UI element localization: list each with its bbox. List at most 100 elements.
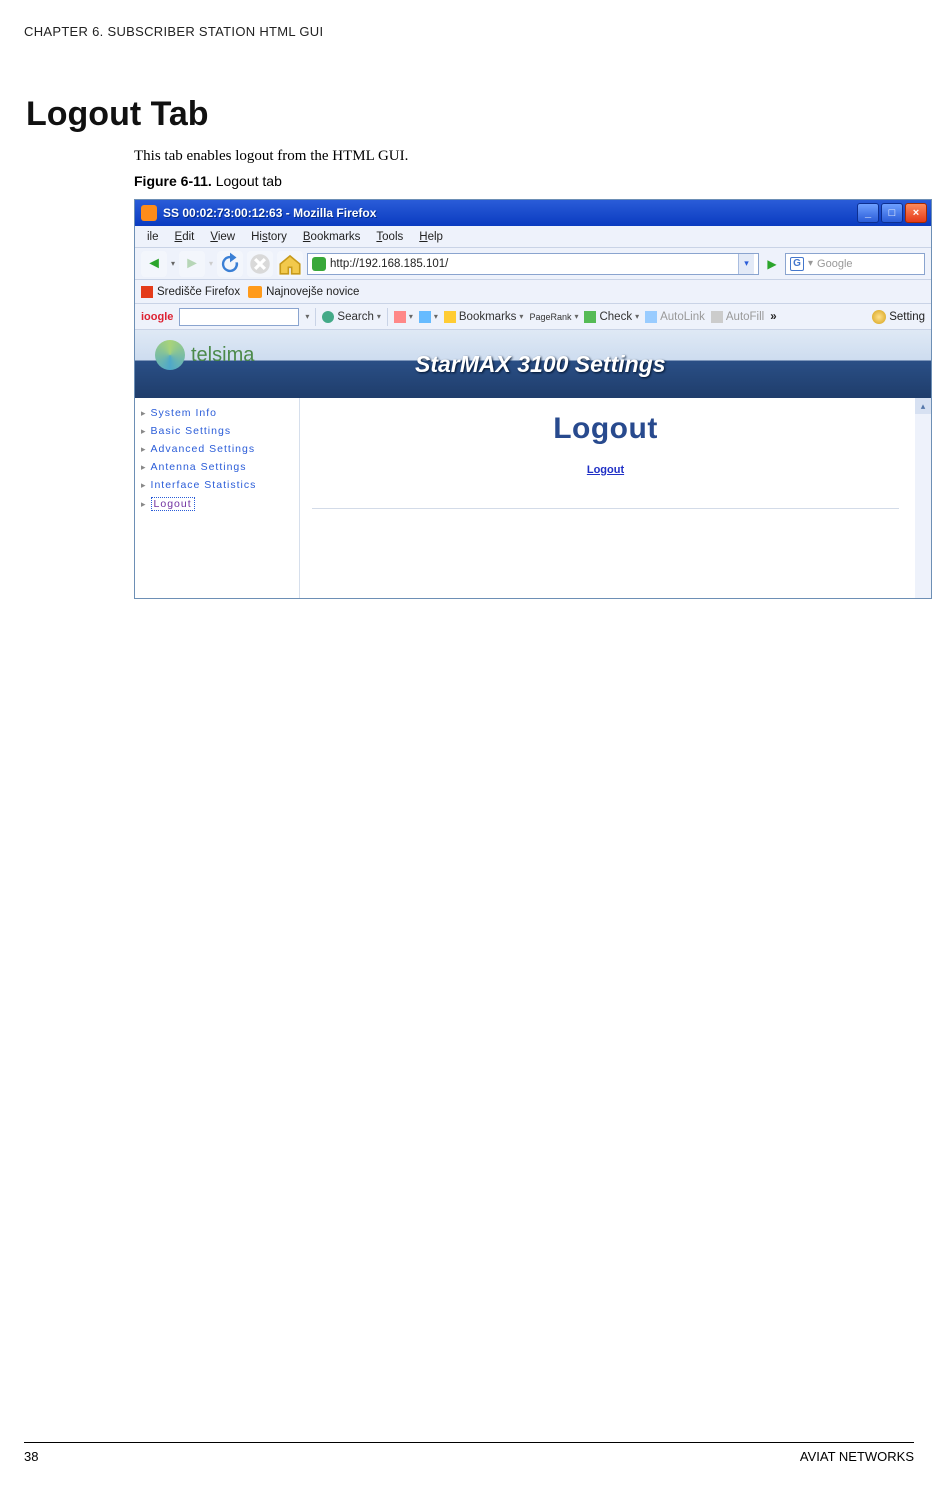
go-button[interactable]: ▶ [763, 257, 781, 271]
sidebar-label: Advanced Settings [151, 443, 256, 455]
logout-link-wrap: Logout [312, 464, 919, 476]
google-search-icon: G [790, 257, 804, 271]
scrollbar[interactable]: ▴ [915, 398, 931, 598]
sidebar-item-basic-settings[interactable]: ▸Basic Settings [139, 422, 295, 440]
sidebar-item-antenna-settings[interactable]: ▸ Antenna Settings [139, 458, 295, 476]
menu-history[interactable]: History [245, 229, 293, 245]
site-icon [312, 257, 326, 271]
gt-check-button[interactable]: Check [584, 311, 639, 323]
plus-icon [419, 311, 431, 323]
autofill-icon [711, 311, 723, 323]
figure-label: Figure 6-11. Logout tab [134, 173, 914, 189]
bookmark-icon [141, 286, 153, 298]
menu-edit[interactable]: Edit [169, 229, 201, 245]
maximize-button[interactable]: □ [881, 203, 903, 223]
banner-title: StarMAX 3100 Settings [415, 351, 666, 378]
logo-swirl-icon [155, 340, 185, 370]
gear-icon [872, 310, 886, 324]
arrow-icon: ▸ [141, 444, 147, 455]
company-name: AVIAT NETWORKS [800, 1449, 914, 1464]
back-button[interactable]: ◄ [141, 251, 167, 277]
arrow-icon: ▸ [141, 462, 147, 473]
page-number: 38 [24, 1449, 38, 1464]
gt-autolink-button[interactable]: AutoLink [645, 311, 705, 323]
screenshot-figure: SS 00:02:73:00:12:63 - Mozilla Firefox _… [134, 199, 932, 599]
google-toolbar: ioogle ▾ Search Bookmarks▾ PageRank Chec… [135, 304, 931, 330]
sidebar-item-advanced-settings[interactable]: ▸ Advanced Settings [139, 440, 295, 458]
figure-caption: Logout tab [216, 173, 282, 189]
section-title: Logout Tab [26, 95, 914, 134]
gt-autofill-button[interactable]: AutoFill [711, 311, 764, 323]
content-title: Logout [312, 412, 919, 446]
main-pane: ▴ Logout Logout [299, 398, 931, 598]
rss-icon [248, 286, 262, 298]
menu-bar: ile Edit View History Bookmarks Tools He… [135, 226, 931, 248]
gt-autofill-label: AutoFill [726, 311, 764, 323]
menu-tools[interactable]: Tools [370, 229, 409, 245]
sidebar-label: Interface Statistics [151, 479, 257, 491]
firefox-icon [141, 205, 157, 221]
forward-dropdown-icon[interactable]: ▾ [209, 259, 213, 268]
menu-help[interactable]: Help [413, 229, 449, 245]
gt-check-label: Check [599, 311, 632, 323]
star-icon [444, 311, 456, 323]
sidebar-item-system-info[interactable]: ▸ System Info [139, 404, 295, 422]
address-text: http://192.168.185.101/ [330, 258, 734, 270]
address-bar[interactable]: http://192.168.185.101/ ▾ [307, 253, 759, 275]
window-titlebar: SS 00:02:73:00:12:63 - Mozilla Firefox _… [135, 200, 931, 226]
gt-more-button[interactable]: » [770, 311, 776, 323]
bookmark-sredisce[interactable]: Središče Firefox [141, 286, 240, 298]
sidebar-label: Antenna Settings [151, 461, 247, 473]
gt-bookmarks-label: Bookmarks [459, 311, 517, 323]
intro-text: This tab enables logout from the HTML GU… [134, 148, 914, 165]
sidebar-label: Logout [151, 497, 195, 511]
gt-bookmarks-button[interactable]: Bookmarks▾ [444, 311, 524, 323]
logout-link[interactable]: Logout [587, 464, 624, 476]
menu-file[interactable]: ile [141, 229, 165, 245]
minimize-button[interactable]: _ [857, 203, 879, 223]
app-banner: telsima StarMAX 3100 Settings [135, 330, 931, 398]
sidebar-label: System Info [151, 407, 217, 419]
divider [312, 508, 899, 509]
sidebar-item-interface-statistics[interactable]: ▸Interface Statistics [139, 476, 295, 494]
search-separator-icon: ▾ [808, 258, 813, 269]
search-icon [322, 311, 334, 323]
bookmark-label: Središče Firefox [157, 286, 240, 298]
chapter-header: CHAPTER 6. SUBSCRIBER STATION HTML GUI [24, 24, 914, 39]
close-button[interactable]: × [905, 203, 927, 223]
sidebar-item-logout[interactable]: ▸ Logout [139, 494, 295, 514]
home-button[interactable] [277, 251, 303, 277]
back-dropdown-icon[interactable]: ▾ [171, 259, 175, 268]
window-title: SS 00:02:73:00:12:63 - Mozilla Firefox [163, 206, 376, 220]
scroll-up-icon[interactable]: ▴ [915, 398, 931, 414]
gt-autolink-label: AutoLink [660, 311, 705, 323]
gt-input-dropdown-icon[interactable]: ▾ [305, 312, 309, 321]
forward-button[interactable]: ► [179, 251, 205, 277]
check-icon [584, 311, 596, 323]
block-icon [394, 311, 406, 323]
page-footer: 38 AVIAT NETWORKS [24, 1442, 914, 1464]
address-dropdown-icon[interactable]: ▾ [738, 254, 754, 274]
figure-number: Figure 6-11. [134, 173, 212, 189]
google-toolbar-input[interactable] [179, 308, 299, 326]
reload-button[interactable] [217, 251, 243, 277]
gt-pagerank-label: PageRank [529, 312, 571, 322]
navigation-toolbar: ◄ ▾ ► ▾ http://192.168.185.101/ ▾ ▶ G ▾ … [135, 248, 931, 280]
gt-pagerank[interactable]: PageRank [529, 312, 578, 322]
page-content: telsima StarMAX 3100 Settings ▸ System In… [135, 330, 931, 598]
arrow-icon: ▸ [141, 408, 147, 419]
bookmark-novice[interactable]: Najnovejše novice [248, 286, 359, 298]
menu-view[interactable]: View [204, 229, 241, 245]
gt-plus-button[interactable] [419, 311, 438, 323]
arrow-icon: ▸ [141, 426, 147, 437]
gt-search-button[interactable]: Search [322, 311, 380, 323]
google-logo: ioogle [141, 311, 173, 323]
gt-settings-button[interactable]: Setting [872, 310, 925, 324]
search-box[interactable]: G ▾ Google [785, 253, 925, 275]
menu-bookmarks[interactable]: Bookmarks [297, 229, 367, 245]
logo-text: telsima [191, 344, 254, 367]
arrow-icon: ▸ [141, 499, 147, 510]
gt-search-label: Search [337, 311, 373, 323]
gt-block-button[interactable] [394, 311, 413, 323]
stop-button[interactable] [247, 251, 273, 277]
